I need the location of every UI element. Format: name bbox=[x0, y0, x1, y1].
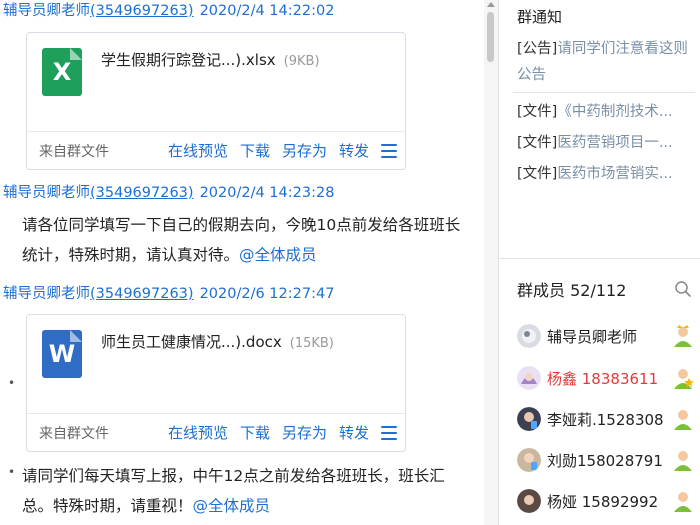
member-icon bbox=[674, 451, 692, 471]
file-name[interactable]: 师生员工健康情况...).docx (15KB) bbox=[101, 331, 334, 352]
save-as-button[interactable]: 另存为 bbox=[282, 140, 327, 161]
download-button[interactable]: 下载 bbox=[240, 140, 270, 161]
file-source-label: 来自群文件 bbox=[39, 426, 109, 442]
sender-qq-id[interactable]: (3549697263) bbox=[90, 3, 194, 19]
member-item[interactable]: 杨鑫 18383611 bbox=[517, 362, 700, 396]
scroll-thumb[interactable] bbox=[487, 12, 494, 62]
bullet-dot: • bbox=[8, 376, 16, 390]
more-menu-icon[interactable] bbox=[381, 425, 397, 440]
message-header: 辅导员卿老师(3549697263) 2020/2/4 14:23:28 bbox=[3, 184, 334, 202]
mention-all-link[interactable]: @全体成员 bbox=[193, 497, 271, 515]
member-item[interactable]: 辅导员卿老师 bbox=[517, 320, 700, 354]
bullet-dot: • bbox=[8, 465, 16, 479]
member-name[interactable]: 辅导员卿老师 bbox=[547, 326, 665, 347]
preview-online-button[interactable]: 在线预览 bbox=[168, 422, 228, 443]
preview-online-button[interactable]: 在线预览 bbox=[168, 140, 228, 161]
file-actions: 在线预览 下载 另存为 转发 bbox=[168, 422, 397, 443]
message-text: 请各位同学填写一下自己的假期去向，今晚10点前发给各班班长统计，特殊时期，请认真… bbox=[22, 216, 461, 264]
member-item[interactable]: 刘勋158028791 bbox=[517, 444, 700, 478]
file-actions: 在线预览 下载 另存为 转发 bbox=[168, 140, 397, 161]
file-card[interactable]: W 师生员工健康情况...).docx (15KB) 来自群文件 在线预览 下载 … bbox=[26, 314, 406, 452]
file-size: (15KB) bbox=[289, 336, 334, 351]
chat-scrollbar[interactable] bbox=[484, 0, 498, 525]
file-source-label: 来自群文件 bbox=[39, 144, 109, 160]
member-icon bbox=[674, 410, 692, 430]
download-button[interactable]: 下载 bbox=[240, 422, 270, 443]
notice-item-file[interactable]: [文件]医药市场营销实... bbox=[517, 161, 697, 187]
member-icon bbox=[674, 492, 692, 512]
member-name[interactable]: 杨鑫 18383611 bbox=[547, 368, 665, 389]
message-time: 2020/2/6 12:27:47 bbox=[199, 286, 335, 302]
avatar bbox=[517, 324, 541, 348]
sender-name[interactable]: 辅导员卿老师 bbox=[3, 185, 90, 201]
sender-qq-id[interactable]: (3549697263) bbox=[90, 185, 194, 201]
word-icon: W bbox=[42, 330, 82, 378]
divider bbox=[499, 258, 700, 259]
admin-star-icon bbox=[674, 369, 694, 389]
message-time: 2020/2/4 14:23:28 bbox=[199, 185, 335, 201]
member-item[interactable]: 杨娅 15892992 bbox=[517, 485, 700, 519]
notice-item-file[interactable]: [文件]《中药制剂技术... bbox=[517, 99, 697, 125]
group-notice-title[interactable]: 群通知 bbox=[517, 6, 562, 27]
message-header: 辅导员卿老师(3549697263) 2020/2/4 14:22:02 bbox=[3, 2, 334, 20]
chat-messages-pane[interactable]: 辅导员卿老师(3549697263) 2020/2/4 14:22:02 X 学生… bbox=[0, 0, 484, 525]
file-name[interactable]: 学生假期行踪登记...).xlsx (9KB) bbox=[101, 49, 320, 70]
message-time: 2020/2/4 14:22:02 bbox=[199, 3, 335, 19]
search-icon[interactable] bbox=[674, 280, 692, 298]
message-text: 请同学们每天填写上报，中午12点之前发给各班班长，班长汇总。特殊时期，请重视！@… bbox=[22, 467, 445, 515]
member-item[interactable]: 李娅莉.1528308 bbox=[517, 403, 700, 437]
members-title: 群成员 52/112 bbox=[517, 281, 627, 300]
forward-button[interactable]: 转发 bbox=[339, 422, 369, 443]
more-menu-icon[interactable] bbox=[381, 143, 397, 158]
file-footer: 来自群文件 在线预览 下载 另存为 转发 bbox=[27, 414, 405, 452]
notice-item-file[interactable]: [文件]医药营销项目一... bbox=[517, 130, 697, 156]
divider bbox=[513, 92, 695, 93]
sender-name[interactable]: 辅导员卿老师 bbox=[3, 3, 90, 19]
mention-all-link[interactable]: @全体成员 bbox=[239, 246, 317, 264]
sender-name[interactable]: 辅导员卿老师 bbox=[3, 286, 90, 302]
file-card[interactable]: X 学生假期行踪登记...).xlsx (9KB) 来自群文件 在线预览 下载 另… bbox=[26, 32, 406, 170]
group-sidebar: 群通知 [公告]请同学们注意看这则公告 [文件]《中药制剂技术... [文件]医… bbox=[499, 0, 700, 525]
file-size: (9KB) bbox=[283, 54, 320, 69]
sender-qq-id[interactable]: (3549697263) bbox=[90, 286, 194, 302]
forward-button[interactable]: 转发 bbox=[339, 140, 369, 161]
member-name[interactable]: 杨娅 15892992 bbox=[547, 491, 665, 512]
member-name[interactable]: 李娅莉.1528308 bbox=[547, 409, 665, 430]
file-footer: 来自群文件 在线预览 下载 另存为 转发 bbox=[27, 132, 405, 170]
excel-icon: X bbox=[42, 48, 82, 96]
avatar bbox=[517, 448, 541, 472]
avatar bbox=[517, 366, 541, 390]
file-info[interactable]: X 学生假期行踪登记...).xlsx (9KB) bbox=[27, 33, 405, 131]
notice-item-announcement[interactable]: [公告]请同学们注意看这则公告 bbox=[517, 36, 697, 88]
member-name[interactable]: 刘勋158028791 bbox=[547, 450, 665, 471]
avatar bbox=[517, 407, 541, 431]
owner-crown-icon bbox=[674, 325, 692, 347]
avatar bbox=[517, 489, 541, 513]
message-header: 辅导员卿老师(3549697263) 2020/2/6 12:27:47 bbox=[3, 285, 334, 303]
file-info[interactable]: W 师生员工健康情况...).docx (15KB) bbox=[27, 315, 405, 413]
save-as-button[interactable]: 另存为 bbox=[282, 422, 327, 443]
scroll-up-arrow-icon[interactable] bbox=[487, 2, 495, 7]
